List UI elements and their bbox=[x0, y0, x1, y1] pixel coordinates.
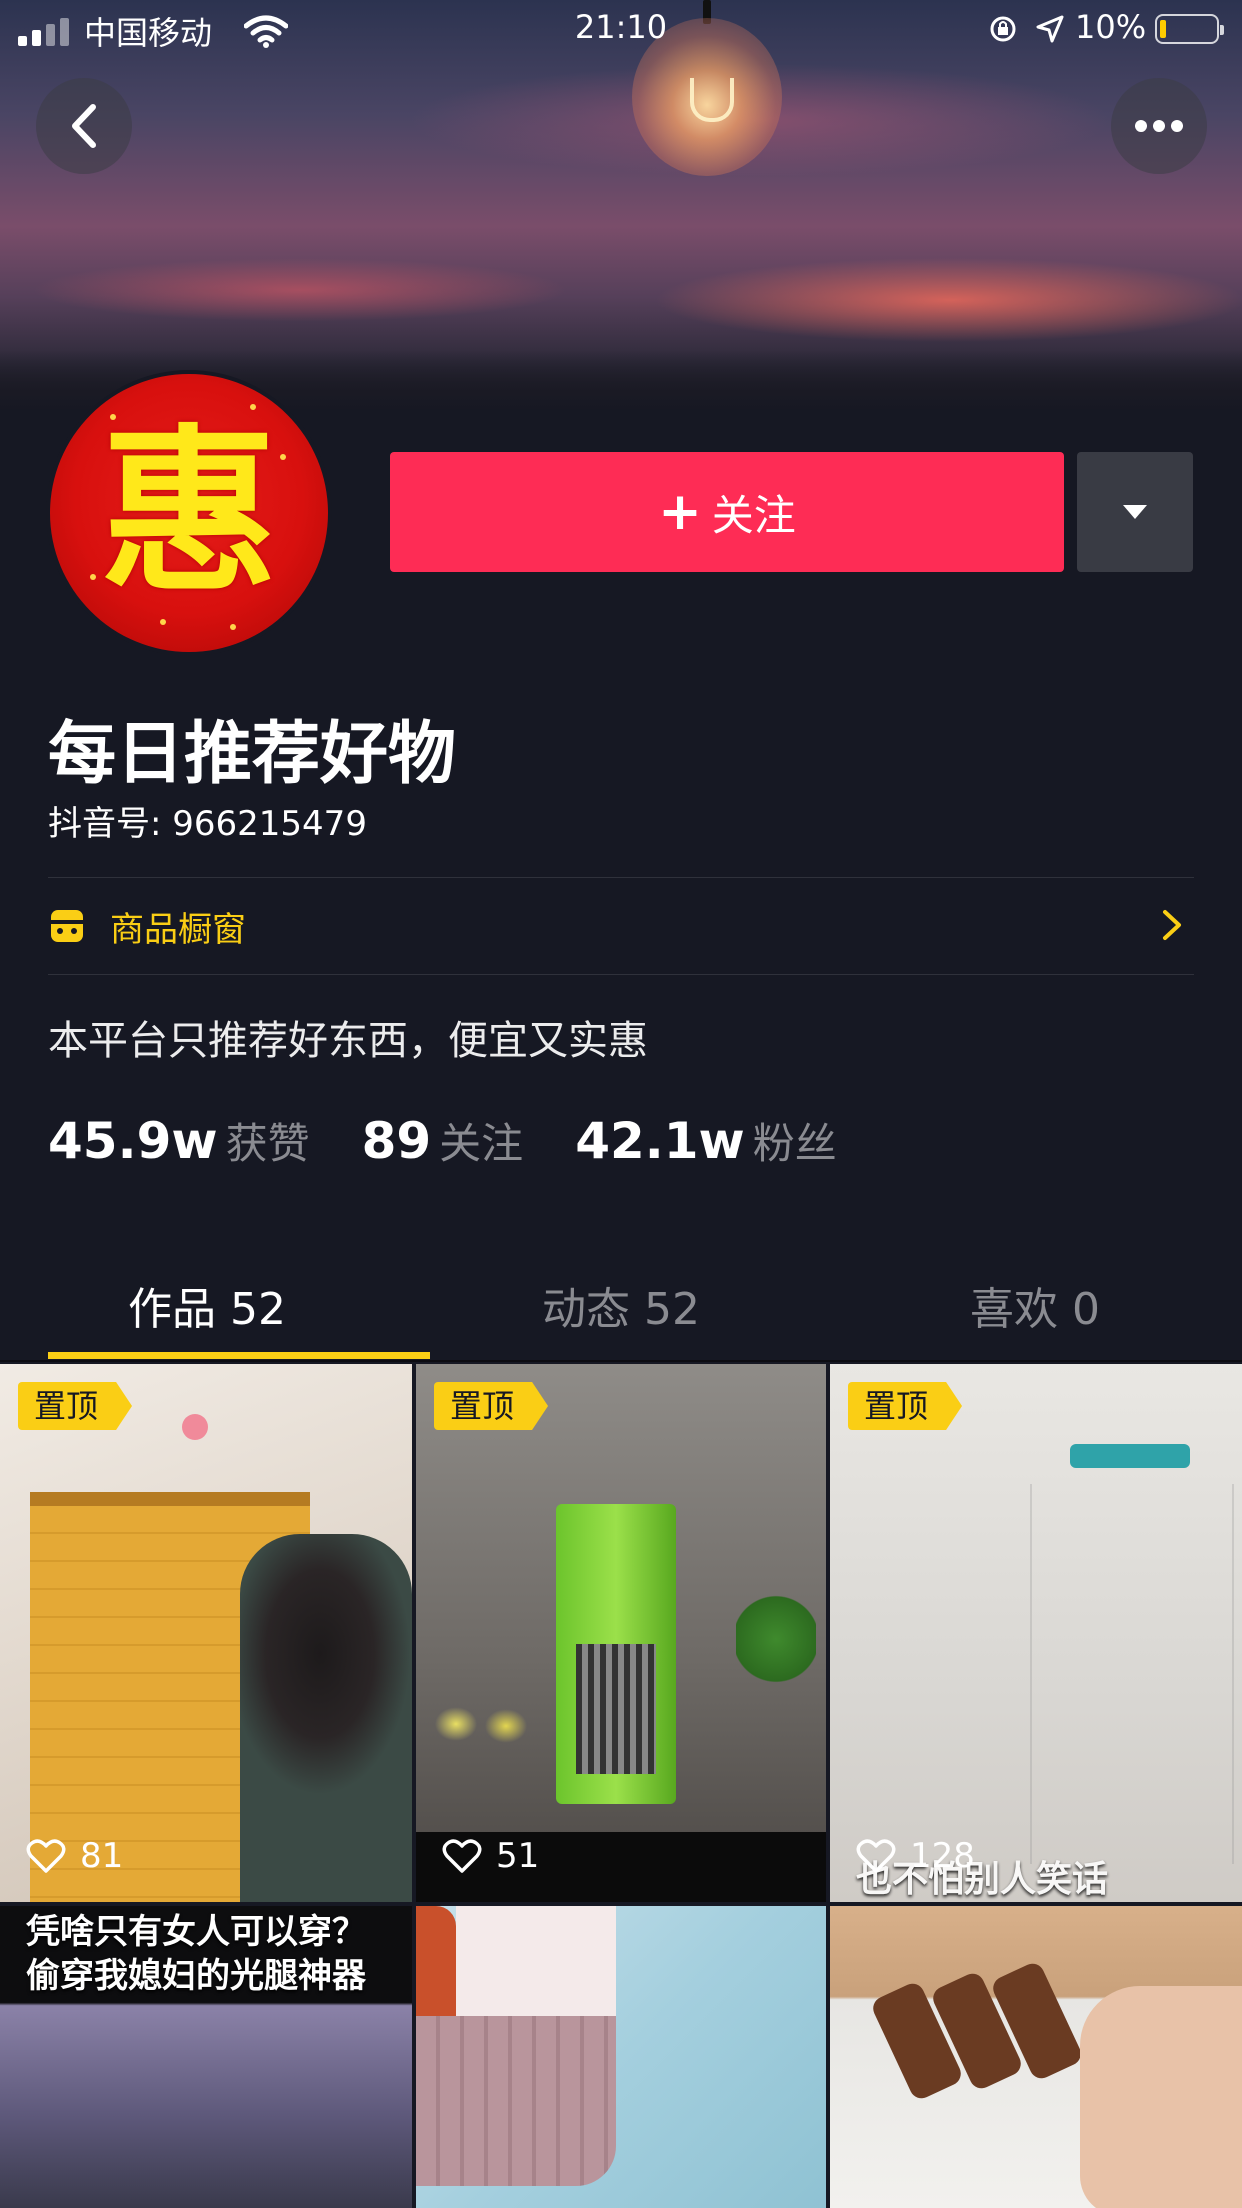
active-tab-indicator bbox=[48, 1352, 430, 1359]
stat-value: 89 bbox=[361, 1112, 432, 1170]
avatar[interactable]: 惠 bbox=[46, 370, 332, 656]
status-bar: 中国移动 21:10 10% bbox=[0, 0, 1242, 58]
pleated-skirt bbox=[416, 2016, 616, 2186]
like-count-value: 128 bbox=[910, 1836, 975, 1876]
tab-works[interactable]: 作品 52 bbox=[0, 1260, 414, 1360]
heart-outline-icon bbox=[442, 1839, 482, 1873]
like-count: 81 bbox=[26, 1836, 123, 1876]
stat-label: 关注 bbox=[439, 1119, 524, 1168]
stat-label: 粉丝 bbox=[752, 1119, 837, 1168]
plant bbox=[736, 1594, 816, 1684]
back-button[interactable] bbox=[36, 78, 132, 174]
avatar-character: 惠 bbox=[100, 409, 278, 616]
recommend-dropdown-button[interactable] bbox=[1077, 452, 1193, 572]
divider bbox=[48, 974, 1194, 975]
video-caption-line-2: 偷穿我媳妇的光腿神器 bbox=[26, 1956, 366, 1996]
stat-following[interactable]: 89 关注 bbox=[362, 1110, 524, 1171]
content-tabs: 作品 52 动态 52 喜欢 0 bbox=[0, 1260, 1242, 1360]
stats-row: 45.9w 获赞 89 关注 42.1w 粉丝 bbox=[48, 1110, 889, 1171]
video-thumbnail[interactable]: 置顶 51 bbox=[416, 1364, 826, 1902]
bulb-filament bbox=[690, 78, 734, 122]
profile-cover-image bbox=[0, 0, 1242, 412]
chevron-left-icon bbox=[72, 104, 96, 148]
rotation-lock-icon bbox=[990, 16, 1016, 42]
heart-outline-icon bbox=[26, 1839, 66, 1873]
video-thumbnail[interactable]: 置顶 81 bbox=[0, 1364, 412, 1902]
lemons bbox=[426, 1694, 546, 1754]
more-options-button[interactable] bbox=[1111, 78, 1207, 174]
tab-dynamics[interactable]: 动态 52 bbox=[414, 1260, 828, 1360]
pinned-badge: 置顶 bbox=[848, 1382, 963, 1430]
floor-tiles bbox=[830, 1484, 1242, 1864]
follow-label: 关注 bbox=[711, 490, 796, 540]
mop bbox=[1070, 1444, 1190, 1468]
grater-grid bbox=[576, 1644, 656, 1774]
video-thumbnail[interactable] bbox=[416, 1906, 826, 2208]
plus-icon: + bbox=[658, 482, 702, 542]
triangle-down-icon bbox=[1123, 505, 1147, 519]
video-thumbnail[interactable] bbox=[830, 1906, 1242, 2208]
stat-value: 42.1w bbox=[575, 1112, 745, 1170]
like-count: 51 bbox=[442, 1836, 539, 1876]
battery-icon bbox=[1155, 14, 1224, 44]
pinned-badge: 置顶 bbox=[434, 1382, 549, 1430]
video-thumbnail[interactable]: 置顶 也不怕别人笑话 128 bbox=[830, 1364, 1242, 1902]
like-count: 128 bbox=[856, 1836, 975, 1876]
pinned-badge: 置顶 bbox=[18, 1382, 133, 1430]
stat-likes: 45.9w 获赞 bbox=[48, 1110, 310, 1171]
more-dots-icon bbox=[1135, 120, 1183, 132]
douyin-id: 抖音号: 966215479 bbox=[48, 804, 367, 844]
tab-likes[interactable]: 喜欢 0 bbox=[828, 1260, 1242, 1360]
heart-outline-icon bbox=[856, 1839, 896, 1873]
hand bbox=[1080, 1986, 1242, 2208]
bio-text: 本平台只推荐好东西，便宜又实惠 bbox=[48, 1018, 648, 1064]
location-arrow-icon bbox=[1036, 15, 1064, 43]
profile-name: 每日推荐好物 bbox=[48, 715, 457, 794]
stat-label: 获赞 bbox=[225, 1119, 310, 1168]
like-count-value: 51 bbox=[496, 1836, 540, 1876]
follow-button[interactable]: + 关注 bbox=[390, 452, 1064, 572]
product-showcase-link[interactable]: 商品橱窗 bbox=[48, 878, 1194, 974]
stat-value: 45.9w bbox=[48, 1112, 218, 1170]
tabs-divider bbox=[0, 1360, 1242, 1362]
shop-label: 商品橱窗 bbox=[110, 909, 246, 950]
heart-pin bbox=[182, 1414, 208, 1440]
like-count-value: 81 bbox=[80, 1836, 124, 1876]
white-top bbox=[456, 1906, 616, 2016]
stat-fans[interactable]: 42.1w 粉丝 bbox=[575, 1110, 837, 1171]
battery-percent: 10% bbox=[1075, 8, 1147, 46]
chevron-right-icon bbox=[1163, 910, 1181, 940]
video-thumbnail[interactable]: 凭啥只有女人可以穿？ 偷穿我媳妇的光腿神器 bbox=[0, 1906, 412, 2208]
video-caption-line-1: 凭啥只有女人可以穿？ bbox=[26, 1912, 366, 1952]
person-hair bbox=[240, 1534, 412, 1902]
shop-icon bbox=[51, 910, 83, 942]
avatar-image: 惠 bbox=[50, 374, 328, 652]
